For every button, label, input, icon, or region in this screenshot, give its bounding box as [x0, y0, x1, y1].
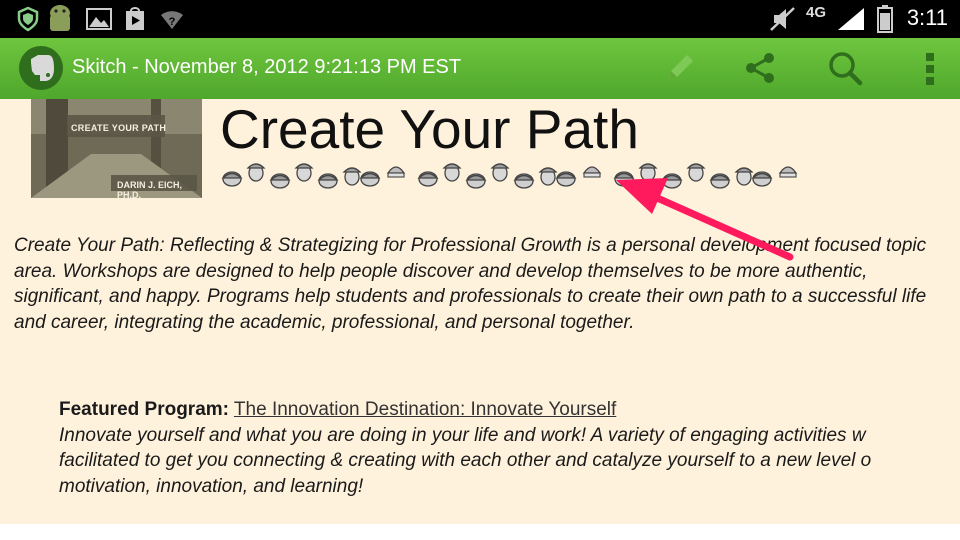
app-title: Skitch - November 8, 2012 9:21:13 PM EST	[72, 56, 462, 78]
featured-program: Featured Program: The Innovation Destina…	[59, 397, 960, 499]
mute-icon	[768, 6, 798, 37]
photo-caption: CREATE YOUR PATH	[71, 123, 167, 133]
battery-icon	[876, 5, 894, 38]
intro-paragraph: Create Your Path: Reflecting & Strategiz…	[14, 235, 927, 333]
share-icon[interactable]	[735, 46, 785, 90]
svg-text:?: ?	[169, 16, 176, 28]
path-photo: CREATE YOUR PATH DARIN J. EICH, PH.D.	[31, 99, 202, 198]
overflow-menu-icon[interactable]	[905, 46, 955, 90]
edit-icon[interactable]	[655, 46, 705, 90]
page-title: Create Your Path	[220, 99, 639, 160]
featured-program-link[interactable]: The Innovation Destination: Innovate You…	[234, 399, 616, 420]
featured-label: Featured Program:	[59, 399, 229, 420]
action-bar: Skitch - November 8, 2012 9:21:13 PM EST	[0, 38, 960, 100]
status-bar: ? 4G 3:11	[0, 0, 960, 38]
network-label: 4G	[806, 4, 827, 21]
shield-icon	[16, 6, 40, 37]
wifi-icon: ?	[160, 10, 184, 35]
search-icon[interactable]	[820, 46, 870, 90]
play-store-icon	[122, 6, 148, 37]
page-content[interactable]: CREATE YOUR PATH DARIN J. EICH, PH.D. Cr…	[0, 99, 960, 524]
android-icon	[46, 3, 74, 40]
featured-description-line: facilitated to get you connecting & crea…	[59, 450, 872, 471]
evernote-logo-icon[interactable]	[18, 45, 64, 91]
acorn-divider	[218, 161, 808, 193]
signal-icon	[836, 6, 866, 37]
bottom-margin	[0, 524, 960, 540]
photo-author: DARIN J. EICH, PH.D.	[117, 180, 183, 198]
featured-description-line: Innovate yourself and what you are doing…	[59, 424, 866, 446]
image-icon	[86, 8, 112, 35]
clock: 3:11	[906, 5, 948, 30]
featured-description-line: motivation, innovation, and learning!	[59, 475, 364, 497]
